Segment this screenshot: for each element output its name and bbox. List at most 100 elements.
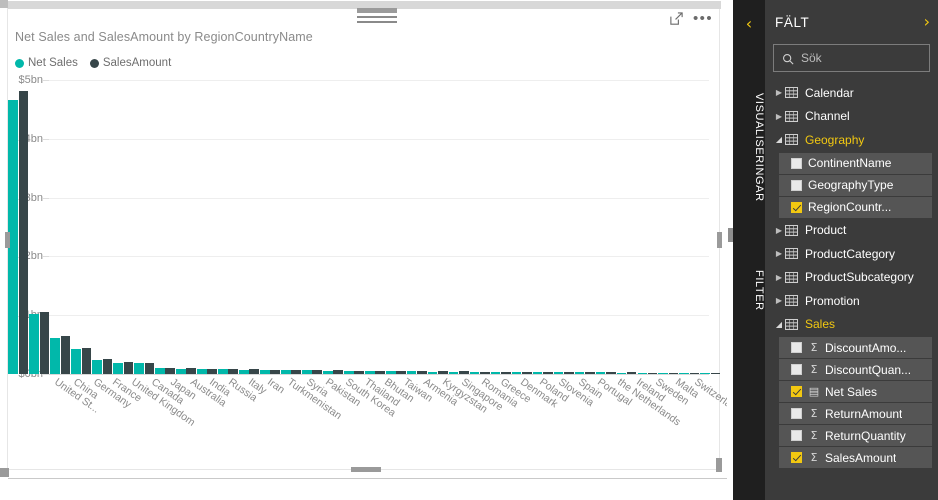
fields-table-row[interactable]: ◢Geography — [765, 128, 938, 152]
bar-sales-amount[interactable] — [417, 371, 427, 374]
fields-table-row[interactable]: ▶Product — [765, 219, 938, 243]
fields-table-row[interactable]: ▶Channel — [765, 105, 938, 129]
fields-field-row[interactable]: GeographyType — [779, 175, 932, 196]
bar-group[interactable] — [8, 80, 29, 374]
bar-sales-amount[interactable] — [61, 336, 71, 374]
bar-net-sales[interactable] — [113, 363, 123, 374]
chart-bars[interactable] — [8, 80, 721, 374]
bar-sales-amount[interactable] — [124, 362, 134, 374]
bar-net-sales[interactable] — [29, 314, 39, 374]
fields-tree[interactable]: ▶Calendar▶Channel◢GeographyContinentName… — [765, 81, 938, 500]
fields-table-row[interactable]: ◢Sales — [765, 313, 938, 337]
bar-net-sales[interactable] — [365, 371, 375, 374]
bar-net-sales[interactable] — [658, 373, 668, 375]
rail-item-visualiseringar[interactable]: VISUALISERINGAR — [733, 52, 765, 242]
caret-collapsed-icon[interactable]: ▶ — [773, 112, 785, 121]
bar-net-sales[interactable] — [512, 372, 522, 374]
bar-net-sales[interactable] — [407, 371, 417, 374]
bar-group[interactable] — [511, 80, 532, 374]
bar-net-sales[interactable] — [470, 372, 480, 374]
bar-group[interactable] — [616, 80, 637, 374]
bar-group[interactable] — [365, 80, 386, 374]
caret-collapsed-icon[interactable]: ▶ — [773, 296, 785, 305]
rail-item-filter[interactable]: FILTER — [733, 255, 765, 325]
bar-sales-amount[interactable] — [669, 373, 679, 375]
bar-net-sales[interactable] — [281, 370, 291, 374]
bar-sales-amount[interactable] — [648, 373, 658, 375]
bar-net-sales[interactable] — [386, 371, 396, 374]
bar-sales-amount[interactable] — [103, 359, 113, 374]
focus-mode-icon[interactable] — [669, 11, 684, 26]
bar-net-sales[interactable] — [323, 371, 333, 374]
legend-item-net-sales[interactable]: Net Sales — [15, 57, 78, 69]
caret-collapsed-icon[interactable]: ▶ — [773, 88, 785, 97]
bar-group[interactable] — [302, 80, 323, 374]
more-options-ellipsis-icon[interactable]: ••• — [693, 14, 713, 24]
bar-sales-amount[interactable] — [291, 370, 301, 374]
bar-sales-amount[interactable] — [501, 372, 511, 374]
bar-group[interactable] — [113, 80, 134, 374]
bar-sales-amount[interactable] — [249, 369, 259, 374]
bar-group[interactable] — [532, 80, 553, 374]
bar-group[interactable] — [155, 80, 176, 374]
bar-net-sales[interactable] — [638, 373, 648, 375]
bar-sales-amount[interactable] — [333, 370, 343, 374]
bar-sales-amount[interactable] — [207, 369, 217, 374]
fields-field-row[interactable]: ΣDiscountAmo... — [779, 337, 932, 358]
bar-net-sales[interactable] — [575, 372, 585, 374]
bar-net-sales[interactable] — [155, 368, 165, 374]
bar-net-sales[interactable] — [92, 360, 102, 374]
bar-group[interactable] — [218, 80, 239, 374]
bar-group[interactable] — [134, 80, 155, 374]
bar-net-sales[interactable] — [239, 370, 249, 374]
field-checkbox[interactable] — [791, 364, 802, 375]
resize-handle-right[interactable] — [717, 232, 722, 248]
bar-sales-amount[interactable] — [375, 371, 385, 374]
bar-sales-amount[interactable] — [145, 363, 155, 374]
bar-group[interactable] — [281, 80, 302, 374]
resize-handle-top-left[interactable] — [0, 0, 8, 8]
bar-net-sales[interactable] — [50, 338, 60, 374]
caret-expanded-icon[interactable]: ◢ — [773, 135, 785, 144]
bar-group[interactable] — [553, 80, 574, 374]
resize-handle-left[interactable] — [5, 232, 10, 248]
caret-collapsed-icon[interactable]: ▶ — [773, 273, 785, 282]
bar-group[interactable] — [260, 80, 281, 374]
bar-group[interactable] — [406, 80, 427, 374]
bar-sales-amount[interactable] — [19, 91, 29, 374]
bar-net-sales[interactable] — [449, 372, 459, 374]
bar-net-sales[interactable] — [679, 373, 689, 375]
fields-field-row[interactable]: RegionCountr... — [779, 197, 932, 218]
bar-net-sales[interactable] — [344, 371, 354, 374]
fields-field-row[interactable]: ΣReturnAmount — [779, 403, 932, 424]
bar-net-sales[interactable] — [533, 372, 543, 374]
bar-group[interactable] — [637, 80, 658, 374]
visual-drag-handle[interactable] — [357, 8, 397, 22]
resize-handle-bottom[interactable] — [351, 467, 381, 472]
bar-group[interactable] — [385, 80, 406, 374]
report-canvas[interactable]: ••• Net Sales and SalesAmount by RegionC… — [0, 0, 727, 500]
bar-group[interactable] — [679, 80, 700, 374]
bar-sales-amount[interactable] — [585, 372, 595, 374]
fields-table-row[interactable]: ▶Promotion — [765, 289, 938, 313]
caret-collapsed-icon[interactable]: ▶ — [773, 226, 785, 235]
field-checkbox[interactable] — [791, 430, 802, 441]
bar-group[interactable] — [574, 80, 595, 374]
field-checkbox[interactable] — [791, 452, 802, 463]
bar-sales-amount[interactable] — [186, 368, 196, 374]
canvas-scroll-nub[interactable] — [728, 228, 733, 242]
bar-group[interactable] — [490, 80, 511, 374]
bar-sales-amount[interactable] — [711, 373, 721, 375]
bar-group[interactable] — [323, 80, 344, 374]
bar-sales-amount[interactable] — [40, 312, 50, 374]
bar-sales-amount[interactable] — [312, 370, 322, 374]
bar-group[interactable] — [50, 80, 71, 374]
field-checkbox[interactable] — [791, 180, 802, 191]
bar-group[interactable] — [176, 80, 197, 374]
field-checkbox[interactable] — [791, 386, 802, 397]
bar-net-sales[interactable] — [596, 372, 606, 374]
bar-sales-amount[interactable] — [270, 370, 280, 374]
bar-sales-amount[interactable] — [627, 372, 637, 374]
bar-sales-amount[interactable] — [480, 372, 490, 374]
chart-plot-area[interactable]: $0bn$1bn$2bn$3bn$4bn$5bn United St...Chi… — [8, 80, 721, 380]
